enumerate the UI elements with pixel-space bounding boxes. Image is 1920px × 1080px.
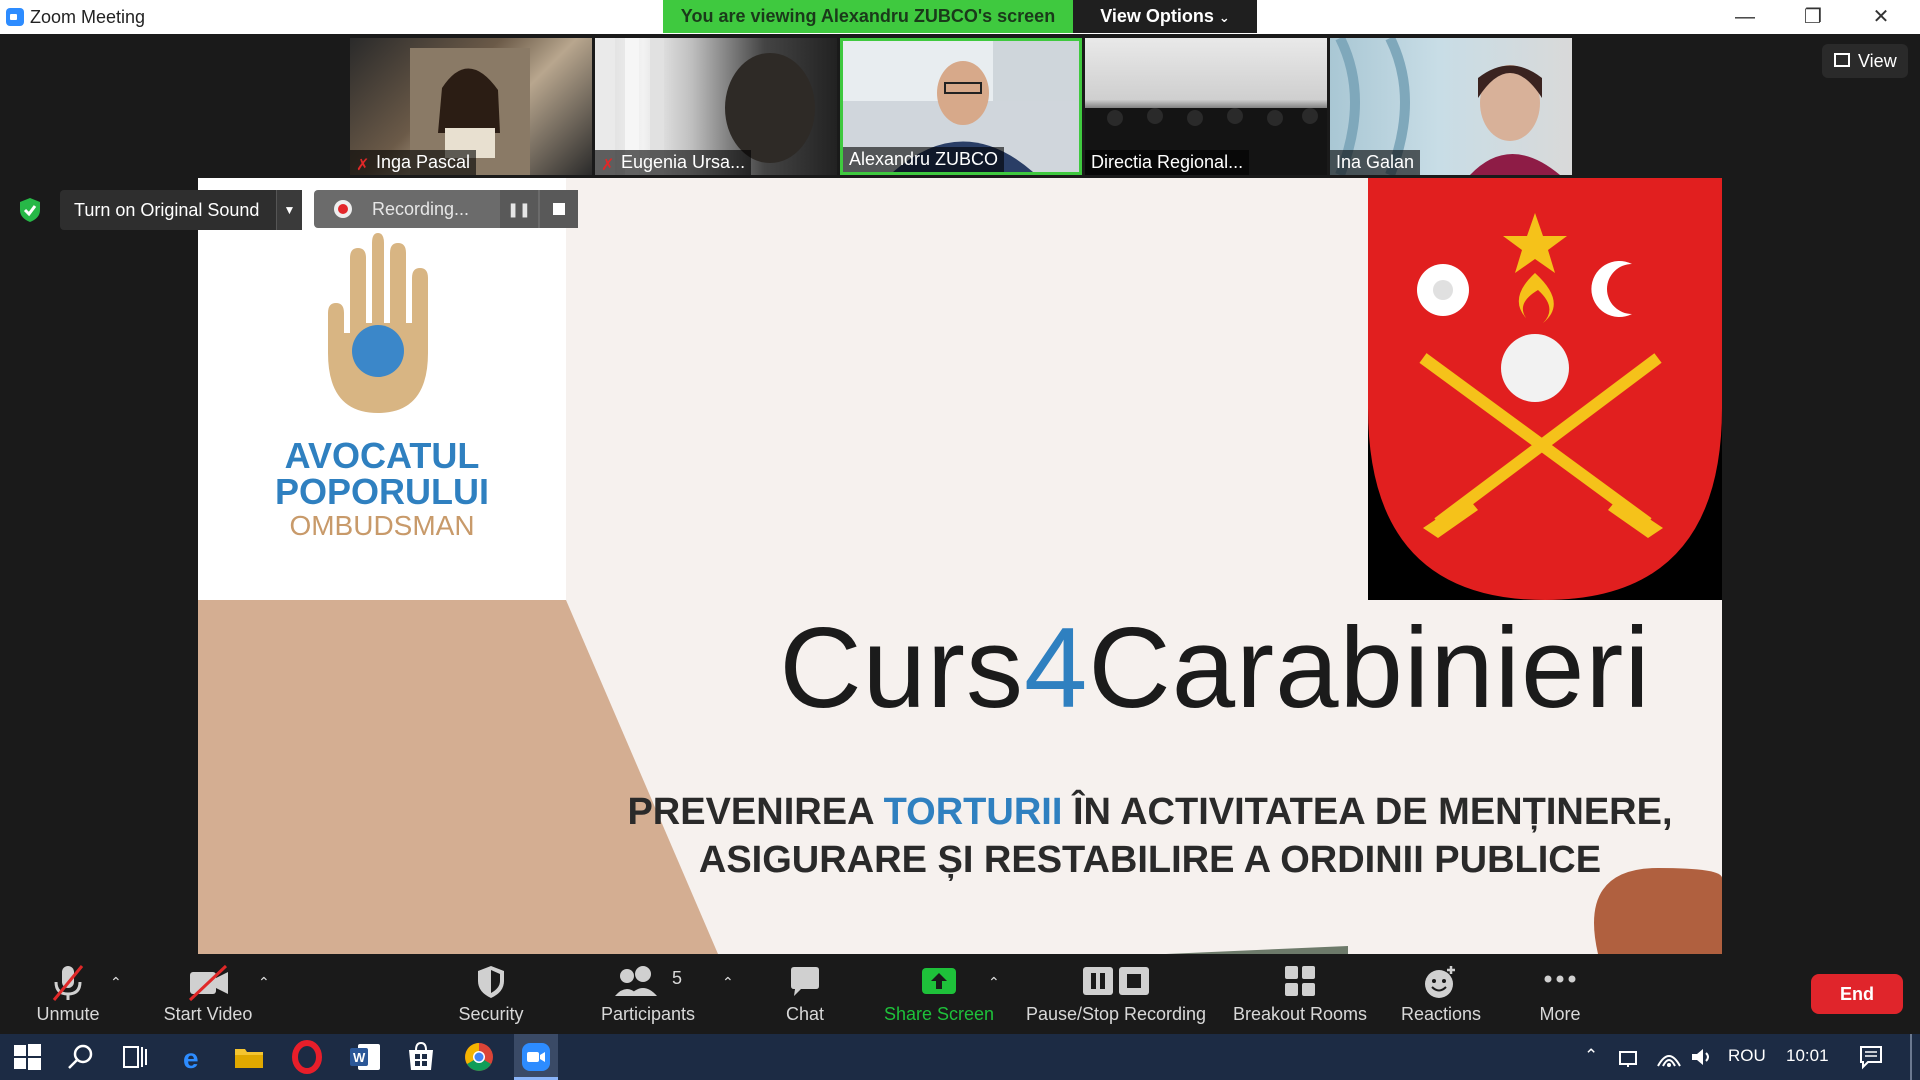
slide-subtitle: PREVENIREA TORTURII ÎN ACTIVITATEA DE ME… bbox=[578, 788, 1722, 884]
minimize-button[interactable]: — bbox=[1716, 0, 1774, 34]
shield-icon bbox=[478, 966, 504, 998]
reactions-button[interactable]: Reactions bbox=[1394, 954, 1488, 1034]
zoom-app-icon bbox=[522, 1043, 550, 1071]
view-options-label: View Options bbox=[1100, 6, 1214, 26]
view-layout-button[interactable]: View bbox=[1822, 44, 1908, 78]
search-icon[interactable] bbox=[64, 1040, 98, 1074]
security-button[interactable]: Security bbox=[446, 954, 536, 1034]
windows-taskbar: e W ⌃ ROU 10:01 bbox=[0, 1034, 1920, 1080]
start-video-button[interactable]: Start Video bbox=[150, 954, 266, 1034]
participants-options-caret[interactable]: ⌃ bbox=[722, 974, 734, 991]
zoom-taskbar-button[interactable] bbox=[514, 1034, 558, 1080]
windows-start-icon[interactable] bbox=[10, 1040, 44, 1074]
notification-center-icon[interactable] bbox=[1858, 1044, 1884, 1070]
end-meeting-button[interactable]: End bbox=[1811, 974, 1903, 1014]
subtitle-line1: PREVENIREA TORTURII ÎN ACTIVITATEA DE ME… bbox=[627, 791, 1673, 833]
view-label: View bbox=[1858, 51, 1897, 71]
grid-icon bbox=[1834, 53, 1850, 67]
share-screen-button[interactable]: Share Screen bbox=[880, 954, 998, 1034]
mic-off-icon: ✗ bbox=[601, 157, 615, 174]
ombudsman-logo: AVOCATUL POPORULUI OMBUDSMAN bbox=[198, 178, 566, 600]
video-off-icon bbox=[188, 964, 228, 1002]
chrome-browser-icon[interactable] bbox=[462, 1040, 496, 1074]
mic-off-icon: ✗ bbox=[356, 157, 370, 174]
reactions-icon bbox=[1425, 966, 1455, 998]
participant-video[interactable]: Directia Regional... bbox=[1085, 38, 1327, 175]
breakout-rooms-button[interactable]: Breakout Rooms bbox=[1230, 954, 1370, 1034]
hand-logo-icon bbox=[328, 233, 428, 413]
title-bar: Zoom Meeting You are viewing Alexandru Z… bbox=[0, 0, 1920, 34]
participant-video-active-speaker[interactable]: Alexandru ZUBCO bbox=[840, 38, 1082, 175]
word-app-icon[interactable]: W bbox=[348, 1040, 382, 1074]
subtitle-line2: ASIGURARE ȘI RESTABILIRE A ORDINII PUBLI… bbox=[698, 839, 1602, 881]
participant-video[interactable]: ✗ Eugenia Ursa... bbox=[595, 38, 837, 175]
audio-options-caret[interactable]: ⌃ bbox=[110, 974, 122, 991]
participant-name: Alexandru ZUBCO bbox=[843, 147, 1005, 172]
view-options-button[interactable]: View Options ⌄ bbox=[1073, 0, 1257, 33]
participant-name: ✗ Eugenia Ursa... bbox=[595, 150, 752, 175]
logo-text-line2: POPORULUI bbox=[274, 471, 489, 512]
unmute-button[interactable]: Unmute bbox=[22, 954, 114, 1034]
svg-text:W: W bbox=[353, 1050, 366, 1065]
restore-button[interactable]: ❐ bbox=[1784, 0, 1842, 34]
wifi-icon[interactable] bbox=[1656, 1046, 1682, 1068]
participants-button[interactable]: 5 Participants bbox=[592, 954, 704, 1034]
recording-indicator: Recording... ❚❚ bbox=[314, 190, 578, 228]
share-options-caret[interactable]: ⌃ bbox=[988, 974, 1000, 991]
slide-title: Curs4Carabinieri bbox=[779, 605, 1651, 732]
shield-check-icon[interactable] bbox=[16, 196, 44, 224]
coat-of-arms-emblem bbox=[1368, 178, 1722, 600]
edge-browser-icon[interactable]: e bbox=[176, 1040, 210, 1074]
original-sound-label: Turn on Original Sound bbox=[74, 200, 260, 220]
recording-label: Recording... bbox=[372, 199, 470, 219]
pause-stop-icon bbox=[1083, 967, 1149, 995]
file-explorer-icon[interactable] bbox=[232, 1040, 266, 1074]
pause-stop-recording-button[interactable]: Pause/Stop Recording bbox=[1024, 954, 1208, 1034]
record-dot-icon bbox=[334, 200, 352, 218]
task-view-icon[interactable] bbox=[118, 1040, 152, 1074]
network-icon[interactable] bbox=[1618, 1046, 1642, 1068]
chevron-down-icon: ⌄ bbox=[1218, 10, 1230, 25]
window-title: Zoom Meeting bbox=[30, 7, 146, 27]
more-icon bbox=[1544, 975, 1576, 983]
viewing-banner: You are viewing Alexandru ZUBCO's screen bbox=[663, 0, 1073, 33]
video-options-caret[interactable]: ⌃ bbox=[258, 974, 270, 991]
stop-icon bbox=[553, 203, 565, 215]
coat-of-arms bbox=[1368, 178, 1722, 600]
meeting-toolbar: Unmute ⌃ Start Video ⌃ Security 5 Partic… bbox=[0, 954, 1920, 1034]
more-button[interactable]: More bbox=[1522, 954, 1598, 1034]
logo-text-line3: OMBUDSMAN bbox=[289, 510, 475, 541]
mic-muted-icon bbox=[52, 965, 84, 1001]
participant-video[interactable]: ✗ Inga Pascal bbox=[350, 38, 592, 175]
participants-count: 5 bbox=[672, 968, 683, 988]
original-sound-dropdown[interactable]: ▼ bbox=[276, 190, 302, 230]
breakout-rooms-icon bbox=[1285, 966, 1315, 996]
show-desktop-button[interactable] bbox=[1910, 1034, 1912, 1080]
volume-icon[interactable] bbox=[1690, 1046, 1714, 1068]
stop-recording-button[interactable] bbox=[540, 190, 578, 228]
svg-text:e: e bbox=[183, 1043, 199, 1074]
logo-text-line1: AVOCATUL bbox=[284, 435, 480, 476]
close-button[interactable]: ✕ bbox=[1852, 0, 1910, 34]
opera-browser-icon[interactable] bbox=[290, 1040, 324, 1074]
store-app-icon[interactable] bbox=[404, 1040, 438, 1074]
participant-name: Directia Regional... bbox=[1085, 150, 1250, 175]
shared-screen: AVOCATUL POPORULUI OMBUDSMAN Curs4Carabi… bbox=[198, 178, 1722, 954]
clock-time[interactable]: 10:01 bbox=[1786, 1046, 1829, 1066]
participant-name: Ina Galan bbox=[1330, 150, 1421, 175]
chat-button[interactable]: Chat bbox=[770, 954, 840, 1034]
show-hidden-icons-caret[interactable]: ⌃ bbox=[1584, 1046, 1598, 1066]
input-language[interactable]: ROU bbox=[1728, 1046, 1766, 1066]
participant-video[interactable]: Ina Galan bbox=[1330, 38, 1572, 175]
share-screen-icon bbox=[922, 968, 956, 994]
pause-recording-button[interactable]: ❚❚ bbox=[500, 190, 538, 228]
zoom-app-icon bbox=[6, 8, 24, 26]
participant-name: ✗ Inga Pascal bbox=[350, 150, 477, 175]
original-sound-button[interactable]: Turn on Original Sound ▼ bbox=[60, 190, 302, 230]
chat-icon bbox=[791, 967, 819, 996]
